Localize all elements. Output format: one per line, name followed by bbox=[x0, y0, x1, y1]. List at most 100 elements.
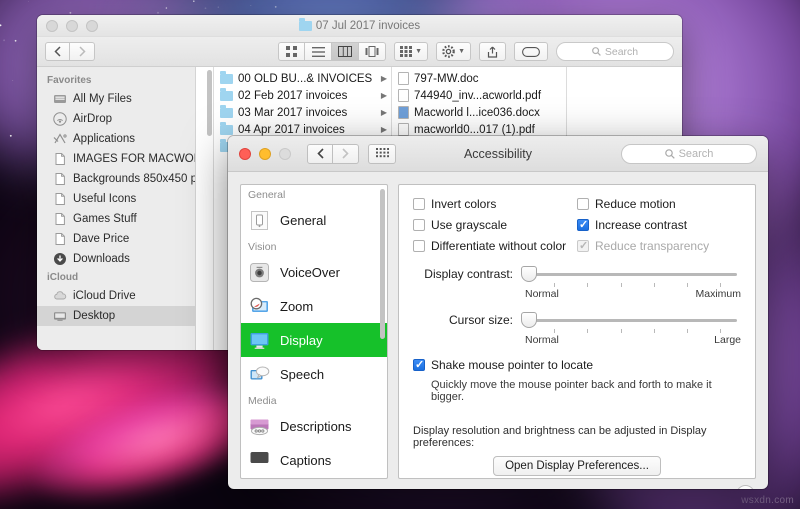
icon-view-icon[interactable] bbox=[278, 42, 305, 61]
search-input[interactable]: Search bbox=[556, 42, 674, 61]
finder-toolbar[interactable]: ▼ ▼ Search bbox=[37, 37, 682, 67]
pdf-file-icon bbox=[398, 89, 409, 102]
voiceover-icon bbox=[248, 261, 271, 284]
accessibility-traffic-lights[interactable] bbox=[239, 148, 291, 160]
sidebar-item-backgrounds[interactable]: Backgrounds 850x450 pixels bbox=[37, 169, 195, 189]
list-item[interactable]: Macworld l...ice036.docx bbox=[392, 104, 566, 121]
folder-doc-icon bbox=[53, 172, 67, 186]
slider-track-area[interactable] bbox=[521, 312, 741, 328]
list-item[interactable]: 744940_inv...acworld.pdf bbox=[392, 87, 566, 104]
sidebar-item-label: Backgrounds 850x450 pixels bbox=[73, 173, 195, 185]
sidebar-item-all-my-files[interactable]: All My Files bbox=[37, 89, 195, 109]
close-button[interactable] bbox=[239, 148, 251, 160]
view-mode-segmented[interactable] bbox=[278, 42, 386, 61]
checkbox-box[interactable] bbox=[577, 219, 589, 231]
back-button[interactable] bbox=[45, 42, 70, 61]
category-item-captions[interactable]: Captions bbox=[241, 443, 387, 477]
list-item[interactable]: 02 Feb 2017 invoices ▶ bbox=[214, 87, 391, 104]
gear-icon bbox=[442, 45, 455, 58]
sidebar-item-label: AirDrop bbox=[73, 113, 112, 125]
sidebar-item-label: iCloud Drive bbox=[73, 290, 136, 302]
folder-doc-icon bbox=[53, 152, 67, 166]
sidebar-item-useful-icons[interactable]: Useful Icons bbox=[37, 189, 195, 209]
slider-track-area[interactable] bbox=[521, 266, 741, 282]
help-icon[interactable]: ? bbox=[736, 485, 755, 489]
maximize-button[interactable] bbox=[86, 20, 98, 32]
sidebar-item-dave-price[interactable]: Dave Price bbox=[37, 229, 195, 249]
sidebar-item-downloads[interactable]: Downloads bbox=[37, 249, 195, 269]
downloads-icon bbox=[53, 252, 67, 266]
captions-icon bbox=[248, 449, 271, 472]
sidebar-item-airdrop[interactable]: AirDrop bbox=[37, 109, 195, 129]
slider-display-contrast[interactable]: Display contrast: Normal Maximum bbox=[413, 266, 741, 300]
docx-file-icon bbox=[398, 106, 409, 119]
finder-traffic-lights[interactable] bbox=[46, 20, 98, 32]
finder-sidebar[interactable]: Favorites All My Files AirDrop Applicati… bbox=[37, 67, 196, 350]
sidebar-item-desktop[interactable]: Desktop bbox=[37, 306, 195, 326]
slider-track[interactable] bbox=[529, 319, 737, 322]
search-icon bbox=[665, 149, 675, 159]
scrollbar-thumb[interactable] bbox=[380, 189, 385, 339]
minimize-button[interactable] bbox=[259, 148, 271, 160]
tag-button[interactable] bbox=[514, 42, 548, 61]
scrollbar-thumb[interactable] bbox=[207, 70, 212, 136]
checkbox-box[interactable] bbox=[577, 198, 589, 210]
accessibility-window[interactable]: Accessibility Search General General Vis… bbox=[228, 136, 768, 489]
category-item-speech[interactable]: Speech bbox=[241, 357, 387, 391]
sidebar-item-icloud-drive[interactable]: iCloud Drive bbox=[37, 286, 195, 306]
checkbox-box[interactable] bbox=[413, 240, 425, 252]
chevron-down-icon: ▼ bbox=[415, 48, 422, 55]
forward-button[interactable] bbox=[70, 42, 95, 61]
slider-track[interactable] bbox=[529, 273, 737, 276]
gallery-view-icon[interactable] bbox=[359, 42, 386, 61]
close-button[interactable] bbox=[46, 20, 58, 32]
list-item-label: 797-MW.doc bbox=[414, 73, 479, 85]
category-item-display[interactable]: Display bbox=[241, 323, 387, 357]
checkbox-reduce-motion[interactable]: Reduce motion bbox=[577, 197, 741, 211]
arrange-button[interactable]: ▼ bbox=[394, 42, 428, 61]
category-item-general[interactable]: General bbox=[241, 203, 387, 237]
checkbox-invert-colors[interactable]: Invert colors bbox=[413, 197, 577, 211]
sidebar-item-games-stuff[interactable]: Games Stuff bbox=[37, 209, 195, 229]
checkbox-differentiate-without-color[interactable]: Differentiate without color bbox=[413, 239, 577, 253]
sidebar-item-label: Useful Icons bbox=[73, 193, 136, 205]
finder-nav-buttons[interactable] bbox=[45, 42, 95, 61]
category-item-descriptions[interactable]: Descriptions bbox=[241, 409, 387, 443]
list-item[interactable]: 797-MW.doc bbox=[392, 70, 566, 87]
sidebar-item-label: Downloads bbox=[73, 253, 130, 265]
search-input[interactable]: Search bbox=[621, 144, 757, 164]
slider-cursor-size[interactable]: Cursor size: Normal Large bbox=[413, 312, 741, 346]
sidebar-item-images-for-macworld[interactable]: IMAGES FOR MACWORLD ONL bbox=[37, 149, 195, 169]
folder-doc-icon bbox=[53, 212, 67, 226]
maximize-button[interactable] bbox=[279, 148, 291, 160]
sidebar-item-applications[interactable]: Applications bbox=[37, 129, 195, 149]
slider-min-label: Normal bbox=[525, 334, 559, 346]
slider-thumb[interactable] bbox=[521, 312, 537, 328]
checkbox-box[interactable] bbox=[413, 359, 425, 371]
show-all-button[interactable] bbox=[368, 144, 396, 164]
category-item-zoom[interactable]: Zoom bbox=[241, 289, 387, 323]
checkbox-shake-mouse-pointer[interactable]: Shake mouse pointer to locate bbox=[413, 358, 741, 372]
forward-button[interactable] bbox=[333, 144, 359, 164]
finder-titlebar[interactable]: 07 Jul 2017 invoices bbox=[37, 15, 682, 37]
accessibility-titlebar[interactable]: Accessibility Search bbox=[228, 136, 768, 172]
list-view-icon[interactable] bbox=[305, 42, 332, 61]
list-item[interactable]: 00 OLD BU...& INVOICES ▶ bbox=[214, 70, 391, 87]
column-view-icon[interactable] bbox=[332, 42, 359, 61]
accessibility-nav[interactable] bbox=[307, 144, 396, 164]
checkbox-box[interactable] bbox=[413, 219, 425, 231]
checkbox-box[interactable] bbox=[413, 198, 425, 210]
checkbox-increase-contrast[interactable]: Increase contrast bbox=[577, 218, 741, 232]
arrange-icon bbox=[400, 46, 412, 57]
checkbox-use-grayscale[interactable]: Use grayscale bbox=[413, 218, 577, 232]
category-item-voiceover[interactable]: VoiceOver bbox=[241, 255, 387, 289]
slider-thumb[interactable] bbox=[521, 266, 537, 282]
finder-column-partial[interactable] bbox=[196, 67, 214, 350]
category-list[interactable]: General General Vision VoiceOver Zoom bbox=[240, 184, 388, 479]
list-item[interactable]: 03 Mar 2017 invoices ▶ bbox=[214, 104, 391, 121]
share-button[interactable] bbox=[479, 42, 506, 61]
minimize-button[interactable] bbox=[66, 20, 78, 32]
action-button[interactable]: ▼ bbox=[436, 42, 471, 61]
back-button[interactable] bbox=[307, 144, 333, 164]
open-display-preferences-button[interactable]: Open Display Preferences... bbox=[493, 456, 661, 476]
